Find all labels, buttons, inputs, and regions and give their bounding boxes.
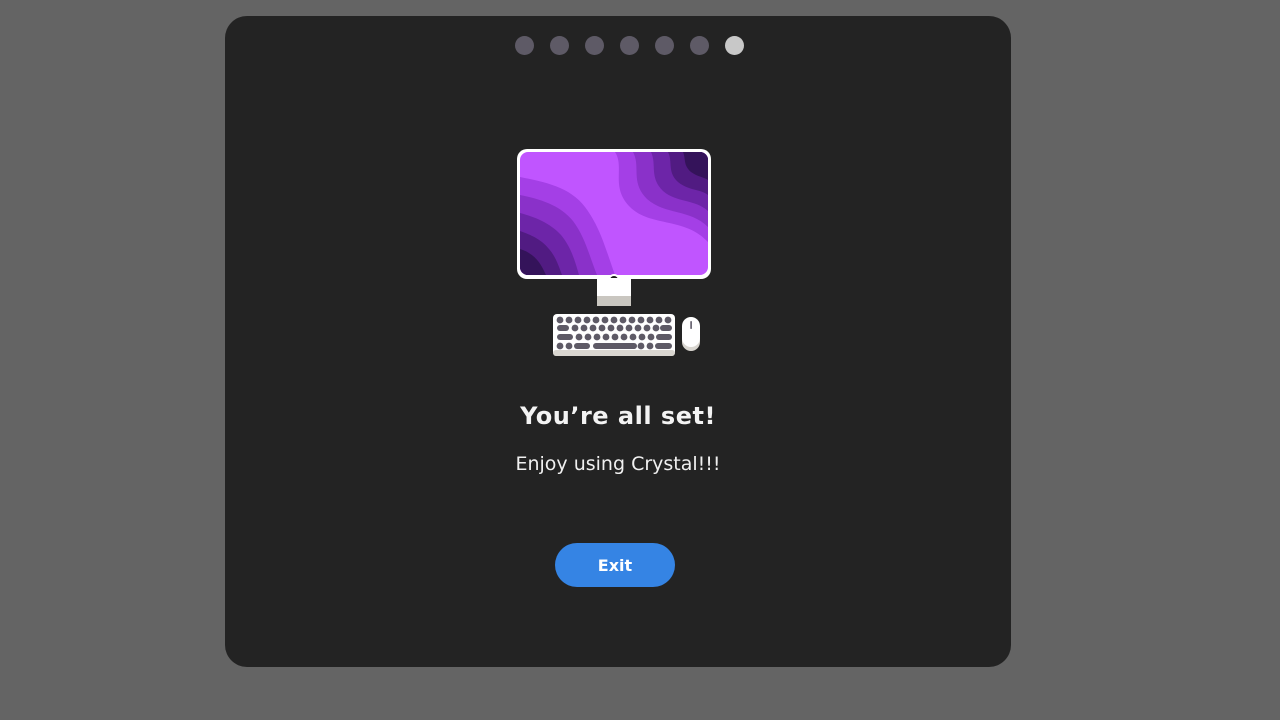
page-dot-1[interactable] bbox=[515, 36, 534, 55]
onboarding-window: You’re all set! Enjoy using Crystal!!! E… bbox=[225, 16, 1011, 667]
page-dot-3[interactable] bbox=[585, 36, 604, 55]
desktop-computer-icon bbox=[517, 149, 711, 356]
page-indicator bbox=[225, 36, 1011, 56]
page-dot-2[interactable] bbox=[550, 36, 569, 55]
page-subtitle: Enjoy using Crystal!!! bbox=[515, 453, 721, 475]
page-dot-5[interactable] bbox=[655, 36, 674, 55]
page-dot-6[interactable] bbox=[690, 36, 709, 55]
page-dot-4[interactable] bbox=[620, 36, 639, 55]
page-title: You’re all set! bbox=[520, 402, 716, 430]
page-dot-7-active[interactable] bbox=[725, 36, 744, 55]
exit-button[interactable]: Exit bbox=[555, 543, 675, 587]
